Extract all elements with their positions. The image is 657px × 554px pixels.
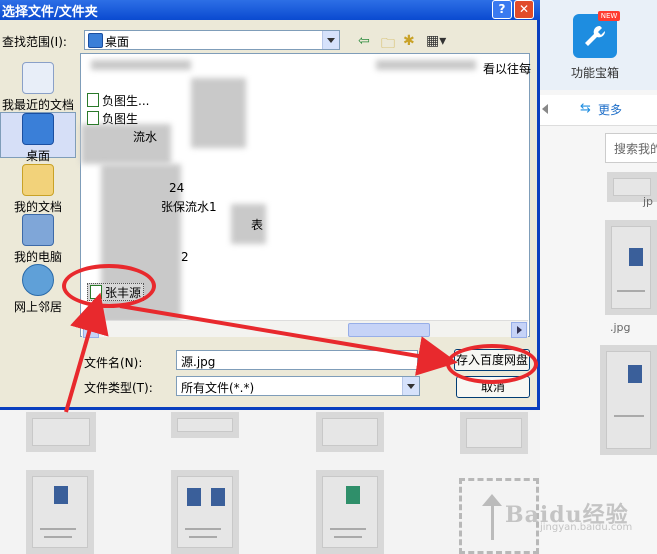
annotation-arrows xyxy=(64,292,458,413)
annotation-arrow-up xyxy=(64,292,109,413)
annotation-arrow-right xyxy=(119,304,458,376)
